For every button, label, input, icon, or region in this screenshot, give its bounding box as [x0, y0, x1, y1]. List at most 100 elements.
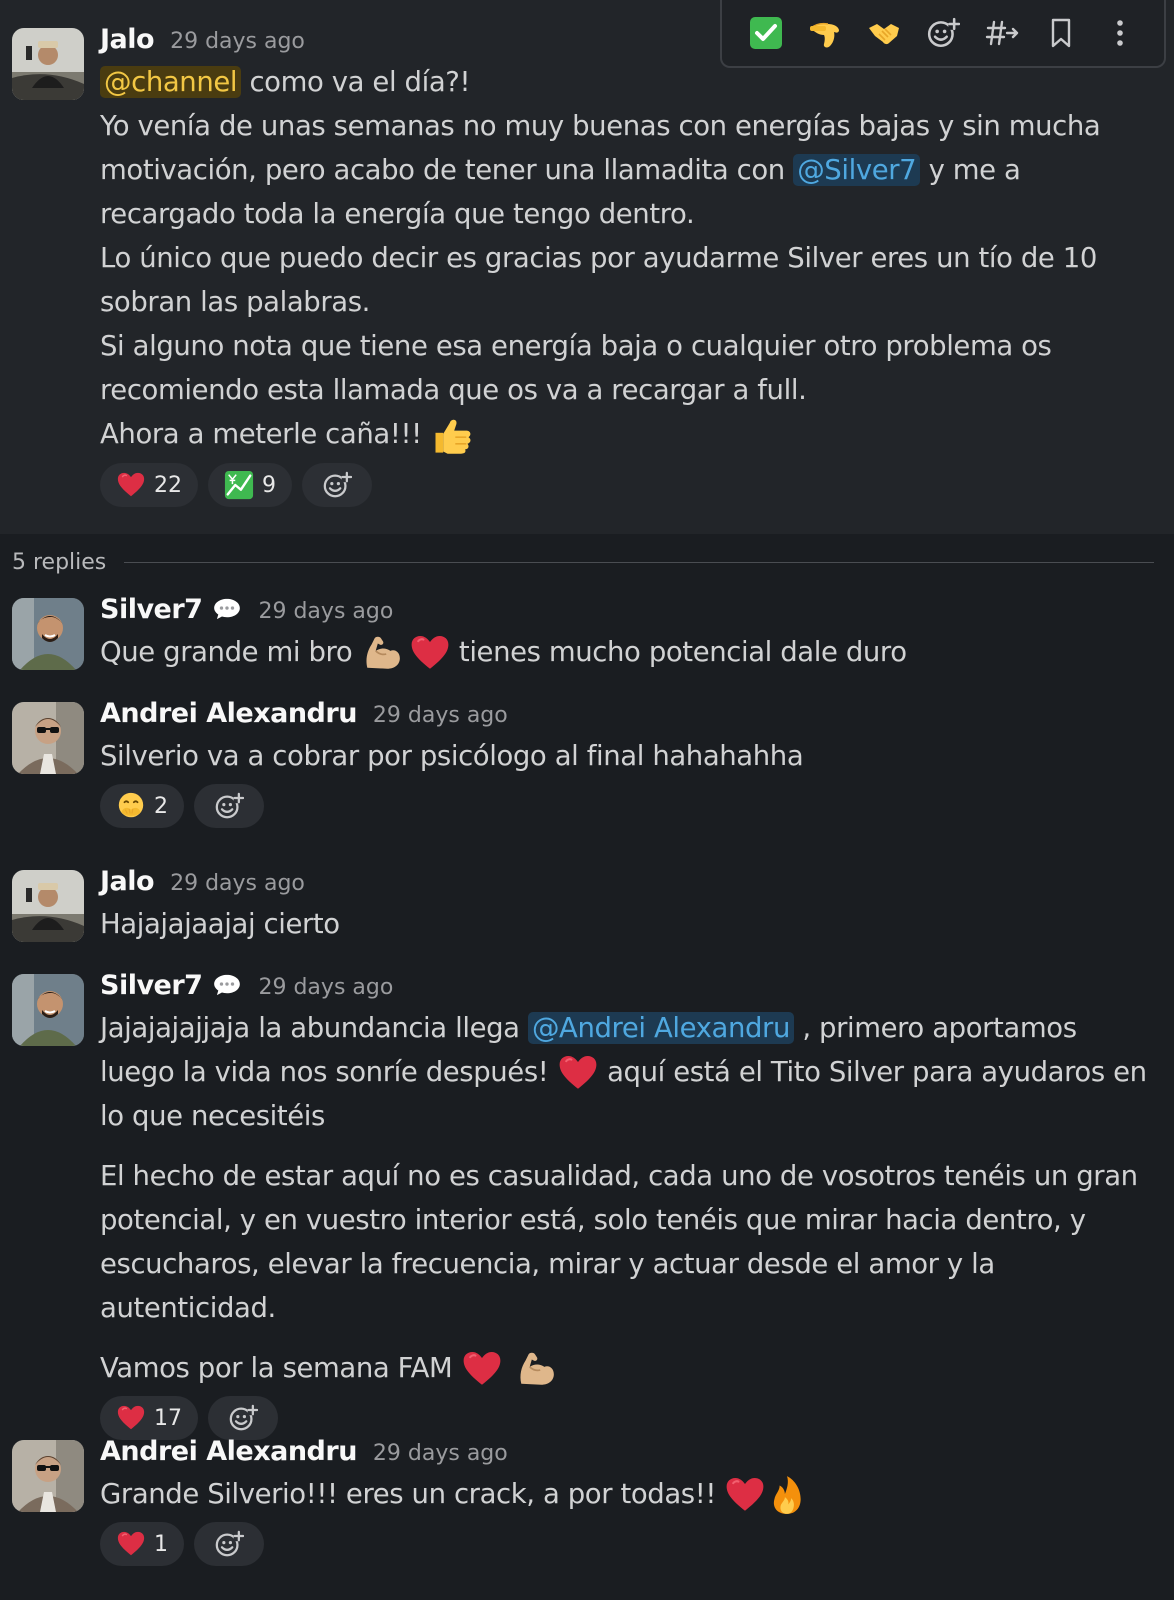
save-for-later-button[interactable] — [1040, 12, 1082, 54]
heart-icon — [116, 1529, 146, 1559]
timestamp[interactable]: 29 days ago — [373, 703, 508, 728]
add-reaction-button[interactable] — [194, 784, 264, 828]
add-reaction-icon — [228, 1403, 258, 1433]
message-content: Jalo 29 days ago @channel como va el día… — [100, 24, 1154, 507]
message-text-line: Lo único que puedo decir es gracias por … — [100, 242, 1097, 318]
react-salute-button[interactable] — [804, 12, 846, 54]
author-name[interactable]: Andrei Alexandru — [100, 1436, 357, 1467]
react-handshake-button[interactable] — [863, 12, 905, 54]
reaction-count: 2 — [154, 793, 168, 819]
face-hand-over-mouth-icon — [118, 792, 144, 818]
react-check-button[interactable] — [745, 12, 787, 54]
add-reaction-button[interactable] — [208, 1396, 278, 1440]
author-name[interactable]: Andrei Alexandru — [100, 698, 357, 729]
reply-message[interactable]: Andrei Alexandru 29 days ago Grande Silv… — [100, 1436, 1154, 1566]
avatar[interactable] — [12, 702, 84, 774]
message-text: Hajajajaajaj cierto — [100, 908, 340, 940]
reactions-bar: 2 — [100, 784, 1154, 828]
speech-balloon-icon — [212, 974, 242, 996]
salute-icon — [809, 22, 839, 48]
timestamp[interactable]: 29 days ago — [170, 871, 305, 896]
speech-balloon-icon — [212, 598, 242, 620]
timestamp[interactable]: 29 days ago — [170, 29, 305, 54]
bookmark-icon — [1052, 18, 1071, 48]
add-reaction-icon — [214, 1529, 244, 1559]
reaction-heart[interactable]: 1 — [100, 1522, 184, 1566]
heart-icon — [557, 1052, 599, 1094]
author-name[interactable]: Jalo — [100, 24, 155, 55]
reaction-heart[interactable]: 22 — [100, 463, 198, 507]
parent-message[interactable]: Jalo 29 days ago @channel como va el día… — [0, 0, 1174, 534]
reactions-bar: 22 9 — [100, 463, 1154, 507]
message-text-line: Ahora a meterle caña!!! — [100, 418, 431, 450]
flexed-biceps-icon — [361, 632, 403, 674]
heart-icon — [724, 1474, 766, 1516]
reply-message[interactable]: Jalo 29 days ago Hajajajaajaj cierto — [100, 866, 1154, 946]
avatar[interactable] — [12, 1440, 84, 1512]
add-reaction-button[interactable] — [302, 463, 372, 507]
more-actions-button[interactable] — [1099, 12, 1141, 54]
avatar[interactable] — [12, 974, 84, 1046]
message-text: Silverio va a cobrar por psicólogo al fi… — [100, 740, 804, 772]
message-text-line: como va el día?! — [241, 66, 471, 98]
reply-message[interactable]: Silver7 29 days ago Que grande mi bro ti… — [100, 594, 1154, 674]
thumbs-up-icon — [430, 413, 474, 457]
reaction-heart[interactable]: 17 — [100, 1396, 198, 1440]
avatar[interactable] — [12, 870, 84, 942]
heart-icon — [116, 470, 146, 500]
message-text: Grande Silverio!!! eres un crack, a por … — [100, 1472, 1154, 1516]
message-text-line: Jajajajajjaja la abundancia llega — [100, 1012, 528, 1044]
user-mention[interactable]: @Andrei Alexandru — [527, 1012, 794, 1044]
channel-mention[interactable]: @channel — [100, 66, 242, 98]
user-avatar-icon — [12, 974, 84, 1046]
message-actions-toolbar — [720, 0, 1166, 68]
user-avatar-icon — [12, 1440, 84, 1512]
more-actions-icon — [1117, 20, 1124, 46]
handshake-icon — [868, 24, 899, 45]
message-text-line: Que grande mi bro — [100, 636, 361, 668]
add-reaction-icon — [322, 470, 352, 500]
add-reaction-icon — [927, 17, 960, 48]
timestamp[interactable]: 29 days ago — [373, 1441, 508, 1466]
message-text-line: Vamos por la semana FAM — [100, 1352, 461, 1384]
author-name[interactable]: Jalo — [100, 866, 155, 897]
message-text: @channel como va el día?! Yo venía de un… — [100, 60, 1154, 457]
timestamp[interactable]: 29 days ago — [258, 599, 393, 624]
reply-message[interactable]: Andrei Alexandru 29 days ago Silverio va… — [100, 698, 1154, 828]
add-reaction-button[interactable] — [194, 1522, 264, 1566]
avatar[interactable] — [12, 28, 84, 100]
user-avatar-icon — [12, 702, 84, 774]
user-avatar-icon — [12, 870, 84, 942]
author-name[interactable]: Silver7 — [100, 594, 203, 625]
replies-count: 5 replies — [12, 549, 107, 575]
reply-in-channel-icon — [985, 20, 1019, 46]
reaction-count: 17 — [154, 1405, 182, 1431]
message-text-line: tienes mucho potencial dale duro — [450, 636, 907, 668]
add-reaction-button[interactable] — [922, 12, 964, 54]
divider-line — [124, 561, 1154, 563]
reaction-hand-over-mouth[interactable]: 2 — [100, 784, 184, 828]
user-avatar-icon — [12, 598, 84, 670]
flexed-biceps-icon — [515, 1348, 557, 1390]
add-reaction-icon — [214, 791, 244, 821]
user-mention[interactable]: @Silver7 — [793, 154, 921, 186]
user-avatar-icon — [12, 28, 84, 100]
message-paragraph: El hecho de estar aquí no es casualidad,… — [100, 1160, 1138, 1324]
message-text: Jajajajajjaja la abundancia llega @Andre… — [100, 1006, 1154, 1390]
timestamp[interactable]: 29 days ago — [258, 975, 393, 1000]
reply-message[interactable]: Silver7 29 days ago Jajajajajjaja la abu… — [100, 970, 1154, 1440]
chart-yen-icon — [224, 470, 254, 500]
heart-icon — [116, 1403, 146, 1433]
reactions-bar: 1 — [100, 1522, 1154, 1566]
check-mark-icon — [749, 17, 782, 49]
replies-divider: 5 replies — [12, 548, 1154, 576]
reaction-count: 22 — [154, 472, 182, 498]
message-text: Que grande mi bro tienes mucho potencial… — [100, 630, 1154, 674]
reply-in-channel-button[interactable] — [981, 12, 1023, 54]
author-name[interactable]: Silver7 — [100, 970, 203, 1001]
reaction-count: 1 — [154, 1531, 168, 1557]
fire-icon — [766, 1474, 808, 1516]
message-text-line: Grande Silverio!!! eres un crack, a por … — [100, 1478, 725, 1510]
avatar[interactable] — [12, 598, 84, 670]
reaction-chart-yen[interactable]: 9 — [208, 463, 292, 507]
